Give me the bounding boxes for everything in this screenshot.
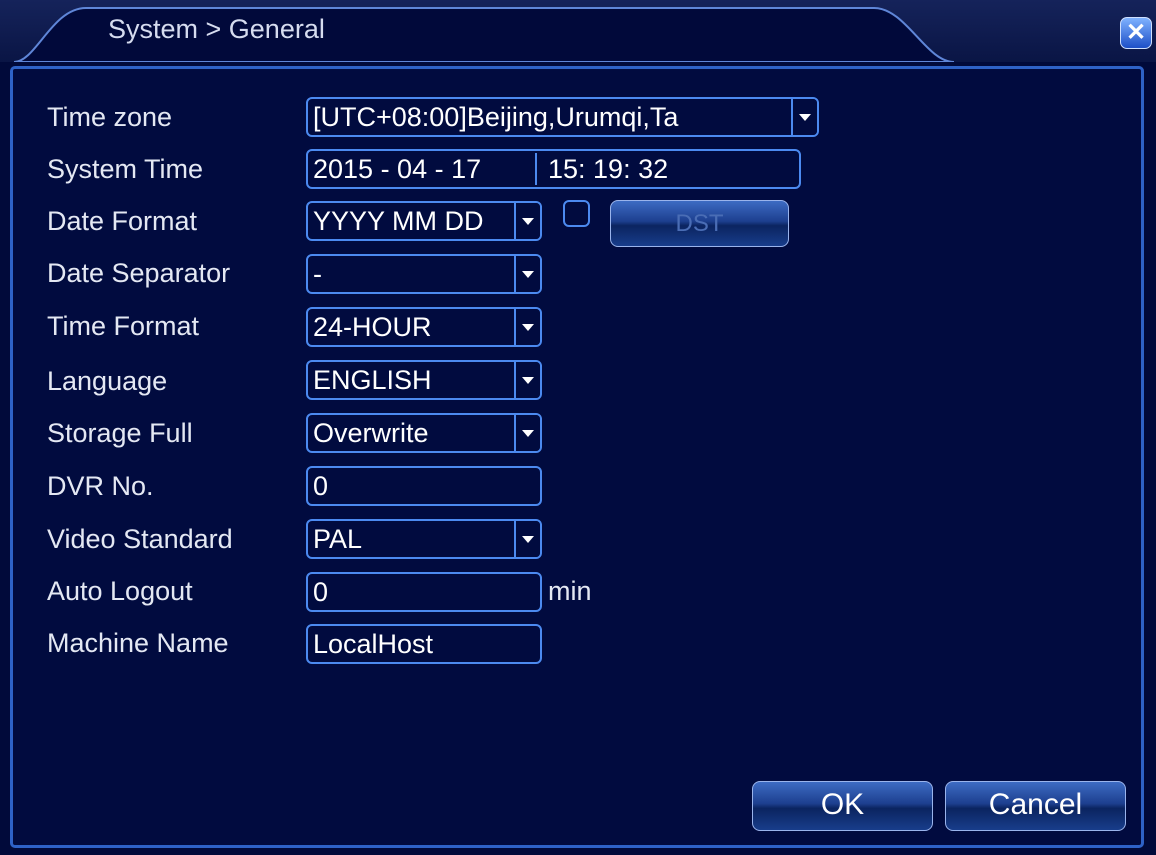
chevron-down-icon[interactable]	[514, 362, 540, 398]
auto-logout-unit: min	[548, 576, 592, 606]
time-format-select[interactable]: 24-HOUR	[306, 307, 542, 347]
system-time-label: System Time	[47, 154, 204, 184]
title-bar: System > General ✕	[0, 0, 1156, 62]
auto-logout-value: 0	[313, 577, 329, 607]
dst-checkbox[interactable]	[563, 200, 590, 227]
date-format-value: YYYY MM DD	[313, 206, 484, 236]
video-standard-select[interactable]: PAL	[306, 519, 542, 559]
chevron-down-icon[interactable]	[514, 256, 540, 292]
video-standard-label: Video Standard	[47, 524, 233, 554]
chevron-down-icon[interactable]	[514, 309, 540, 345]
close-button[interactable]: ✕	[1120, 17, 1152, 49]
close-icon: ✕	[1125, 19, 1147, 46]
system-time-value: 15: 19: 32	[548, 154, 669, 184]
dst-button[interactable]: DST	[610, 200, 789, 247]
system-general-dialog: System > General ✕ Time zone System Time…	[0, 0, 1156, 855]
time-format-value: 24-HOUR	[313, 312, 432, 342]
time-zone-label: Time zone	[47, 102, 173, 132]
dvr-no-value: 0	[313, 471, 329, 501]
window-title: System > General	[108, 14, 325, 44]
dvr-no-input[interactable]: 0	[306, 466, 542, 506]
date-separator-value: -	[313, 259, 322, 289]
storage-full-select[interactable]: Overwrite	[306, 413, 542, 453]
language-value: ENGLISH	[313, 365, 432, 395]
time-zone-value: [UTC+08:00]Beijing,Urumqi,Ta	[313, 102, 679, 132]
time-zone-select[interactable]: [UTC+08:00]Beijing,Urumqi,Ta	[306, 97, 819, 137]
chevron-down-icon[interactable]	[514, 415, 540, 451]
storage-full-value: Overwrite	[313, 418, 429, 448]
language-label: Language	[47, 366, 168, 396]
date-format-label: Date Format	[47, 206, 198, 236]
language-select[interactable]: ENGLISH	[306, 360, 542, 400]
machine-name-input[interactable]: LocalHost	[306, 624, 542, 664]
video-standard-value: PAL	[313, 524, 363, 554]
storage-full-label: Storage Full	[47, 418, 193, 448]
date-format-select[interactable]: YYYY MM DD	[306, 201, 542, 241]
date-time-divider	[535, 153, 537, 185]
auto-logout-label: Auto Logout	[47, 576, 193, 606]
date-separator-label: Date Separator	[47, 258, 231, 288]
machine-name-value: LocalHost	[313, 629, 434, 659]
system-date-value: 2015 - 04 - 17	[313, 154, 482, 184]
auto-logout-input[interactable]: 0	[306, 572, 542, 612]
date-separator-select[interactable]: -	[306, 254, 542, 294]
time-format-label: Time Format	[47, 311, 200, 341]
chevron-down-icon[interactable]	[514, 203, 540, 239]
machine-name-label: Machine Name	[47, 628, 229, 658]
chevron-down-icon[interactable]	[514, 521, 540, 557]
system-time-field[interactable]: 2015 - 04 - 17 15: 19: 32	[306, 149, 801, 189]
dvr-no-label: DVR No.	[47, 471, 154, 501]
ok-button[interactable]: OK	[752, 781, 933, 831]
cancel-button[interactable]: Cancel	[945, 781, 1126, 831]
chevron-down-icon[interactable]	[791, 99, 817, 135]
